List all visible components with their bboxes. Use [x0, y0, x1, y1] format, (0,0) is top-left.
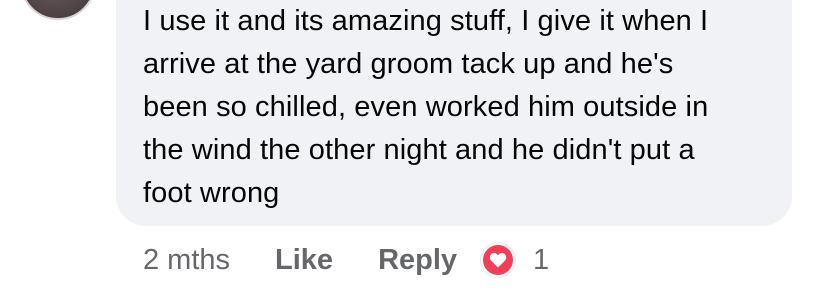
- heart-icon-glyph: [489, 253, 507, 268]
- comment-row: I use it and its amazing stuff, I give i…: [0, 0, 828, 301]
- comment-actions: 2 mths Like Reply 1: [143, 240, 549, 280]
- heart-icon-circle: [483, 245, 514, 275]
- avatar[interactable]: [20, 0, 96, 20]
- heart-icon: [481, 243, 516, 277]
- reaction-count: 1: [533, 243, 550, 276]
- reaction-summary[interactable]: 1: [481, 243, 549, 277]
- comment-text: I use it and its amazing stuff, I give i…: [143, 5, 709, 209]
- comment-timestamp[interactable]: 2 mths: [143, 244, 230, 277]
- reply-button[interactable]: Reply: [378, 244, 457, 277]
- like-button[interactable]: Like: [275, 244, 333, 277]
